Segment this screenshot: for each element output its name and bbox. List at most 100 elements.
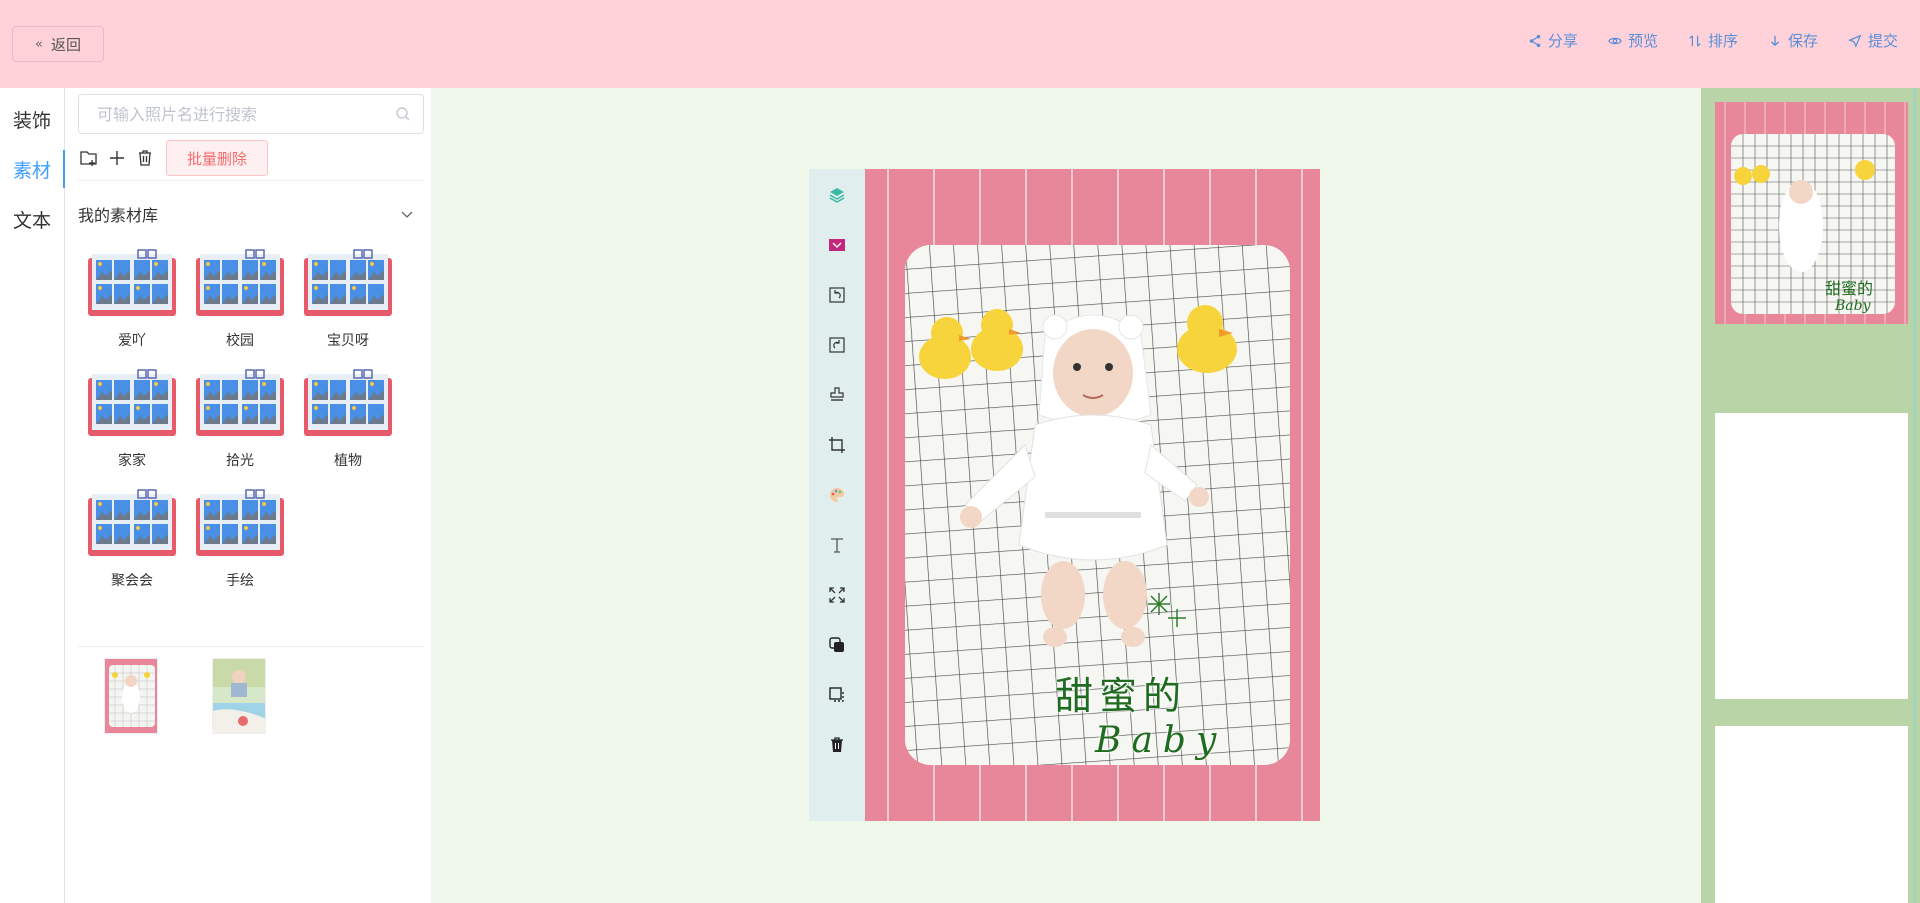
photo-album-icon <box>88 369 176 436</box>
album-label: 植物 <box>334 453 362 469</box>
layers-icon <box>829 188 845 203</box>
plus-icon <box>110 151 124 165</box>
nav-item-text[interactable]: 文本 <box>0 194 64 244</box>
sort-label: 排序 <box>1707 32 1738 50</box>
canvas-workarea: 甜蜜的 Baby <box>431 88 1701 903</box>
page-preview: 甜蜜的 Baby <box>1715 102 1908 324</box>
stamp-button[interactable] <box>823 381 851 409</box>
photo-album-icon <box>196 249 284 316</box>
page-thumbnail-2[interactable] <box>1715 413 1908 699</box>
save-label: 保存 <box>1787 32 1818 50</box>
nav-item-decor[interactable]: 装饰 <box>0 94 64 144</box>
caption-line-1: 甜蜜的 <box>1055 674 1188 718</box>
pages-scrollbar[interactable] <box>1913 88 1916 903</box>
text-icon <box>831 538 843 553</box>
photo-album-icon <box>304 369 392 436</box>
delete-element-button[interactable] <box>823 731 851 759</box>
album-item[interactable]: 爱吖 <box>78 248 186 350</box>
library-section-header[interactable]: 我的素材库 <box>78 192 424 236</box>
save-button[interactable]: 保存 <box>1768 30 1818 51</box>
library-section-title: 我的素材库 <box>78 206 159 225</box>
chevron-down-icon <box>401 211 413 218</box>
album-label: 拾光 <box>226 453 254 469</box>
vertical-toolbar <box>809 169 865 821</box>
photo-album-icon <box>304 249 392 316</box>
preview-button[interactable]: 预览 <box>1608 30 1658 51</box>
submit-label: 提交 <box>1867 32 1898 50</box>
nav-item-label: 文本 <box>12 209 51 232</box>
nav-item-label: 装饰 <box>12 109 51 132</box>
rotate-left-icon <box>829 287 845 303</box>
layer-front-icon <box>829 687 844 702</box>
library-actions: 批量删除 <box>78 140 269 176</box>
album-item[interactable]: 手绘 <box>186 488 294 590</box>
photo-caption[interactable]: 甜蜜的 Baby <box>1055 665 1285 761</box>
eye-icon <box>1608 37 1622 44</box>
share-button[interactable]: 分享 <box>1528 30 1578 51</box>
svg-text:Baby: Baby <box>1834 298 1872 314</box>
page-stripe <box>887 169 889 821</box>
album-label: 聚会会 <box>111 573 153 589</box>
back-label: 返回 <box>50 35 81 54</box>
baby-photo-thumbnail <box>105 659 157 733</box>
baby-photo[interactable]: 甜蜜的 Baby <box>905 245 1290 765</box>
rotate-left-button[interactable] <box>823 281 851 309</box>
album-item[interactable]: 家家 <box>78 368 186 470</box>
album-label: 爱吖 <box>118 333 146 349</box>
crop-icon <box>829 437 845 453</box>
filter-button[interactable] <box>823 481 851 509</box>
photo-thumbnail[interactable] <box>212 658 266 734</box>
delete-button[interactable] <box>134 147 156 169</box>
pages-panel: 甜蜜的 Baby <box>1701 88 1920 903</box>
search-icon[interactable] <box>395 106 411 122</box>
text-button[interactable] <box>823 531 851 559</box>
divider <box>78 180 424 181</box>
editor-page[interactable]: 甜蜜的 Baby <box>865 169 1320 821</box>
folder-add-icon <box>80 151 97 166</box>
sort-button[interactable]: 排序 <box>1688 30 1738 51</box>
rotate-right-button[interactable] <box>823 331 851 359</box>
album-item[interactable]: 聚会会 <box>78 488 186 590</box>
nav-item-material[interactable]: 素材 <box>0 144 65 194</box>
photo-album-icon <box>88 249 176 316</box>
album-grid: 爱吖 校园 宝贝呀家家 拾光 植物聚会会 手绘 <box>78 248 424 590</box>
bring-front-button[interactable] <box>823 681 851 709</box>
sort-icon <box>1689 34 1701 47</box>
batch-delete-button[interactable]: 批量删除 <box>166 140 269 176</box>
stamp-icon <box>830 387 844 401</box>
back-button[interactable]: « 返回 <box>12 26 104 62</box>
album-item[interactable]: 植物 <box>294 368 402 470</box>
page-thumbnail-1[interactable]: 甜蜜的 Baby <box>1715 102 1908 324</box>
album-label: 校园 <box>226 333 254 349</box>
layers-button[interactable] <box>823 181 851 209</box>
material-panel: 批量删除 我的素材库 爱吖 校园 宝贝呀家家 拾光 植物聚会会 手绘 <box>66 88 431 903</box>
rotate-right-icon <box>829 337 845 353</box>
fullscreen-button[interactable] <box>823 581 851 609</box>
double-chevron-left-icon: « <box>35 36 43 52</box>
photo-album-icon <box>196 369 284 436</box>
copy-icon <box>829 637 844 652</box>
color-swatch-icon <box>829 239 845 251</box>
photo-thumbnail[interactable] <box>104 658 158 734</box>
page-stripe <box>1301 169 1303 821</box>
header-toolbar: 分享 预览 排序 保存 提交 <box>1528 30 1898 51</box>
left-nav: 装饰 素材 文本 <box>0 88 65 903</box>
trash-icon <box>139 150 151 166</box>
photo-album-icon <box>88 489 176 556</box>
album-item[interactable]: 拾光 <box>186 368 294 470</box>
crop-button[interactable] <box>823 431 851 459</box>
album-item[interactable]: 校园 <box>186 248 294 350</box>
album-label: 家家 <box>118 453 146 469</box>
add-folder-button[interactable] <box>78 147 100 169</box>
expand-icon <box>829 587 845 603</box>
recent-photos <box>78 658 424 734</box>
color-picker-button[interactable] <box>823 231 851 259</box>
page-thumbnail-3[interactable] <box>1715 726 1908 903</box>
palette-icon <box>830 488 844 502</box>
album-item[interactable]: 宝贝呀 <box>294 248 402 350</box>
submit-button[interactable]: 提交 <box>1848 30 1898 51</box>
album-label: 手绘 <box>226 573 254 589</box>
copy-button[interactable] <box>823 631 851 659</box>
add-button[interactable] <box>106 147 128 169</box>
search-input[interactable] <box>97 104 395 124</box>
